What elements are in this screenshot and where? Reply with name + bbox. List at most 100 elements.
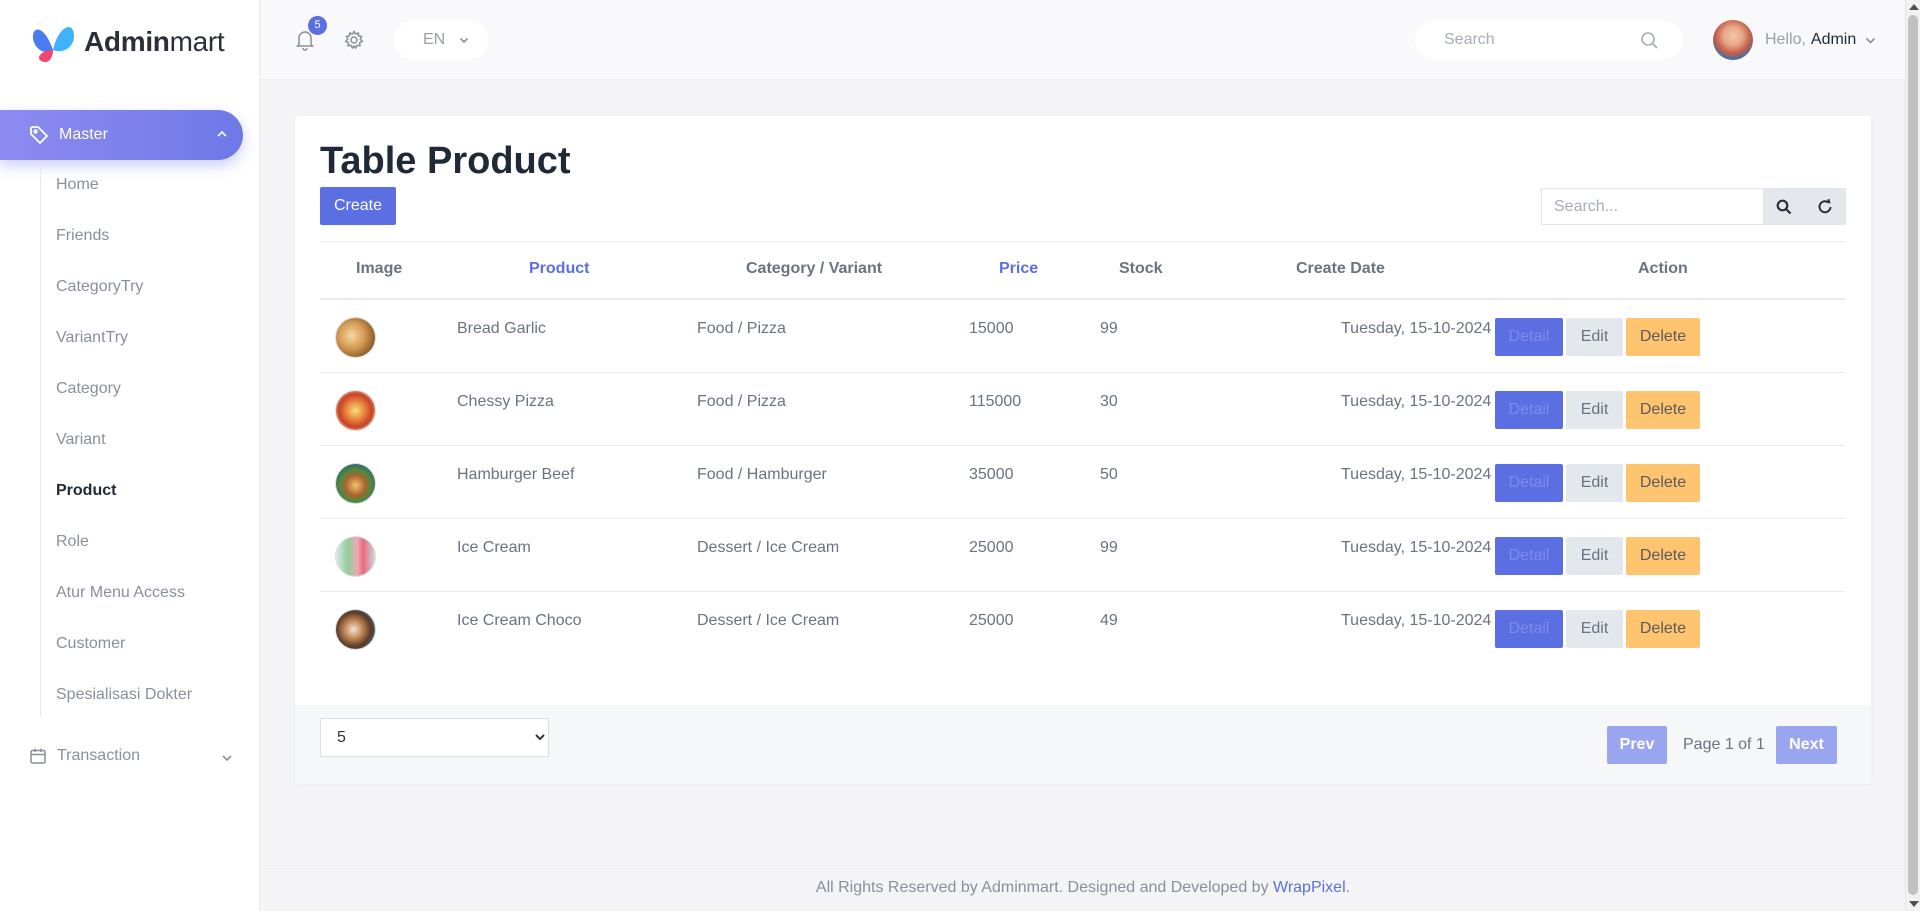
sidebar-item-atur-menu-access[interactable]: Atur Menu Access xyxy=(56,584,185,602)
product-image xyxy=(336,610,375,649)
detail-button[interactable]: Detail xyxy=(1495,610,1563,648)
cell-price: 25000 xyxy=(969,612,1014,629)
cell-create-date: Tuesday, 15-10-2024 xyxy=(1341,539,1492,556)
cell-product: Hamburger Beef xyxy=(457,466,575,483)
scroll-up-icon[interactable] xyxy=(1909,4,1919,10)
chevron-down-icon xyxy=(1864,34,1877,47)
calendar-icon xyxy=(29,747,47,765)
sidebar-item-role[interactable]: Role xyxy=(56,533,89,551)
sidebar-item-product[interactable]: Product xyxy=(56,482,116,500)
top-search-input[interactable] xyxy=(1444,31,1644,49)
page-size-select[interactable]: 5 xyxy=(320,718,549,757)
cell-stock: 49 xyxy=(1100,612,1118,629)
cell-product: Chessy Pizza xyxy=(457,393,554,410)
search-button[interactable] xyxy=(1763,189,1804,224)
cell-price: 25000 xyxy=(969,539,1014,556)
product-image xyxy=(336,391,375,430)
detail-button[interactable]: Detail xyxy=(1495,464,1563,502)
language-select[interactable]: EN xyxy=(394,21,488,59)
cell-create-date: Tuesday, 15-10-2024 xyxy=(1341,393,1492,410)
language-label: EN xyxy=(423,31,446,48)
edit-button[interactable]: Edit xyxy=(1566,537,1623,575)
sidebar-item-spesialisasi-dokter[interactable]: Spesialisasi Dokter xyxy=(56,686,192,704)
footer-link[interactable]: WrapPixel xyxy=(1273,879,1346,896)
brand-name: Adminmart xyxy=(84,26,225,57)
header-stock: Stock xyxy=(1119,260,1163,277)
scroll-down-icon[interactable] xyxy=(1909,901,1919,907)
search-icon xyxy=(1776,199,1791,214)
chevron-down-icon xyxy=(458,34,470,46)
table-row: Ice Cream Dessert / Ice Cream 25000 99 T… xyxy=(320,519,1845,592)
search-icon[interactable] xyxy=(1640,31,1659,50)
edit-button[interactable]: Edit xyxy=(1566,464,1623,502)
header-image: Image xyxy=(356,260,403,277)
edit-button[interactable]: Edit xyxy=(1566,391,1623,429)
divider xyxy=(320,241,1845,242)
cell-product: Ice Cream Choco xyxy=(457,612,582,629)
sidebar-item-friends[interactable]: Friends xyxy=(56,227,109,245)
username: Admin xyxy=(1810,31,1857,48)
detail-button[interactable]: Detail xyxy=(1495,391,1563,429)
avatar xyxy=(1713,20,1753,60)
product-card: Table Product Create Image Product Categ… xyxy=(295,116,1871,784)
cell-stock: 99 xyxy=(1100,539,1118,556)
header-product[interactable]: Product xyxy=(529,260,589,278)
greeting-text: Hello, xyxy=(1765,31,1806,48)
sidebar-item-home[interactable]: Home xyxy=(56,176,99,194)
detail-button[interactable]: Detail xyxy=(1495,537,1563,575)
edit-button[interactable]: Edit xyxy=(1566,318,1623,356)
scrollbar[interactable] xyxy=(1905,0,1920,911)
table-row: Hamburger Beef Food / Hamburger 35000 50… xyxy=(320,446,1845,519)
cell-create-date: Tuesday, 15-10-2024 xyxy=(1341,320,1492,337)
sidebar-item-categorytry[interactable]: CategoryTry xyxy=(56,278,143,296)
cell-stock: 99 xyxy=(1100,320,1118,337)
cell-price: 15000 xyxy=(969,320,1014,337)
cell-category: Food / Pizza xyxy=(697,393,786,410)
sidebar-transaction-menu[interactable]: Transaction xyxy=(29,747,234,765)
page-title: Table Product xyxy=(320,140,571,182)
cell-category: Food / Pizza xyxy=(697,320,786,337)
delete-button[interactable]: Delete xyxy=(1626,391,1700,429)
table-search-input[interactable] xyxy=(1542,189,1763,224)
sidebar-item-varianttry[interactable]: VariantTry xyxy=(56,329,128,347)
scrollbar-thumb[interactable] xyxy=(1908,15,1918,895)
footer-text: All Rights Reserved by Adminmart. Design… xyxy=(815,879,1274,896)
refresh-icon xyxy=(1818,198,1831,213)
header-category: Category / Variant xyxy=(746,260,883,277)
sidebar-item-variant[interactable]: Variant xyxy=(56,431,106,449)
notification-badge: 5 xyxy=(308,16,327,35)
sidebar-master-menu[interactable]: Master xyxy=(0,110,243,160)
refresh-button[interactable] xyxy=(1804,189,1845,224)
edit-button[interactable]: Edit xyxy=(1566,610,1623,648)
cell-product: Bread Garlic xyxy=(457,320,546,337)
product-image xyxy=(336,318,375,357)
header-price[interactable]: Price xyxy=(999,260,1038,278)
top-search-box xyxy=(1415,21,1683,59)
product-image xyxy=(336,464,375,503)
sidebar-submenu: Home Friends CategoryTry VariantTry Cate… xyxy=(40,161,192,716)
next-button[interactable]: Next xyxy=(1776,726,1837,764)
sidebar-item-category[interactable]: Category xyxy=(56,380,121,398)
cell-price: 35000 xyxy=(969,466,1014,483)
cell-category: Dessert / Ice Cream xyxy=(697,612,840,629)
cell-category: Food / Hamburger xyxy=(697,466,827,483)
chevron-up-icon xyxy=(215,127,229,141)
prev-button[interactable]: Prev xyxy=(1607,726,1667,764)
delete-button[interactable]: Delete xyxy=(1626,537,1700,575)
delete-button[interactable]: Delete xyxy=(1626,610,1700,648)
cell-create-date: Tuesday, 15-10-2024 xyxy=(1341,466,1492,483)
brand-logo[interactable]: Adminmart xyxy=(30,20,225,64)
footer-end: . xyxy=(1345,879,1351,896)
product-image xyxy=(336,537,375,576)
sidebar-item-customer[interactable]: Customer xyxy=(56,635,125,653)
detail-button[interactable]: Detail xyxy=(1495,318,1563,356)
header-action: Action xyxy=(1638,260,1688,277)
delete-button[interactable]: Delete xyxy=(1626,318,1700,356)
delete-button[interactable]: Delete xyxy=(1626,464,1700,502)
create-button[interactable]: Create xyxy=(320,187,396,225)
tag-icon xyxy=(29,125,49,145)
gear-icon[interactable] xyxy=(344,30,364,50)
user-menu[interactable]: Hello, Admin xyxy=(1713,20,1877,60)
chevron-down-icon xyxy=(220,751,234,765)
cell-stock: 30 xyxy=(1100,393,1118,410)
